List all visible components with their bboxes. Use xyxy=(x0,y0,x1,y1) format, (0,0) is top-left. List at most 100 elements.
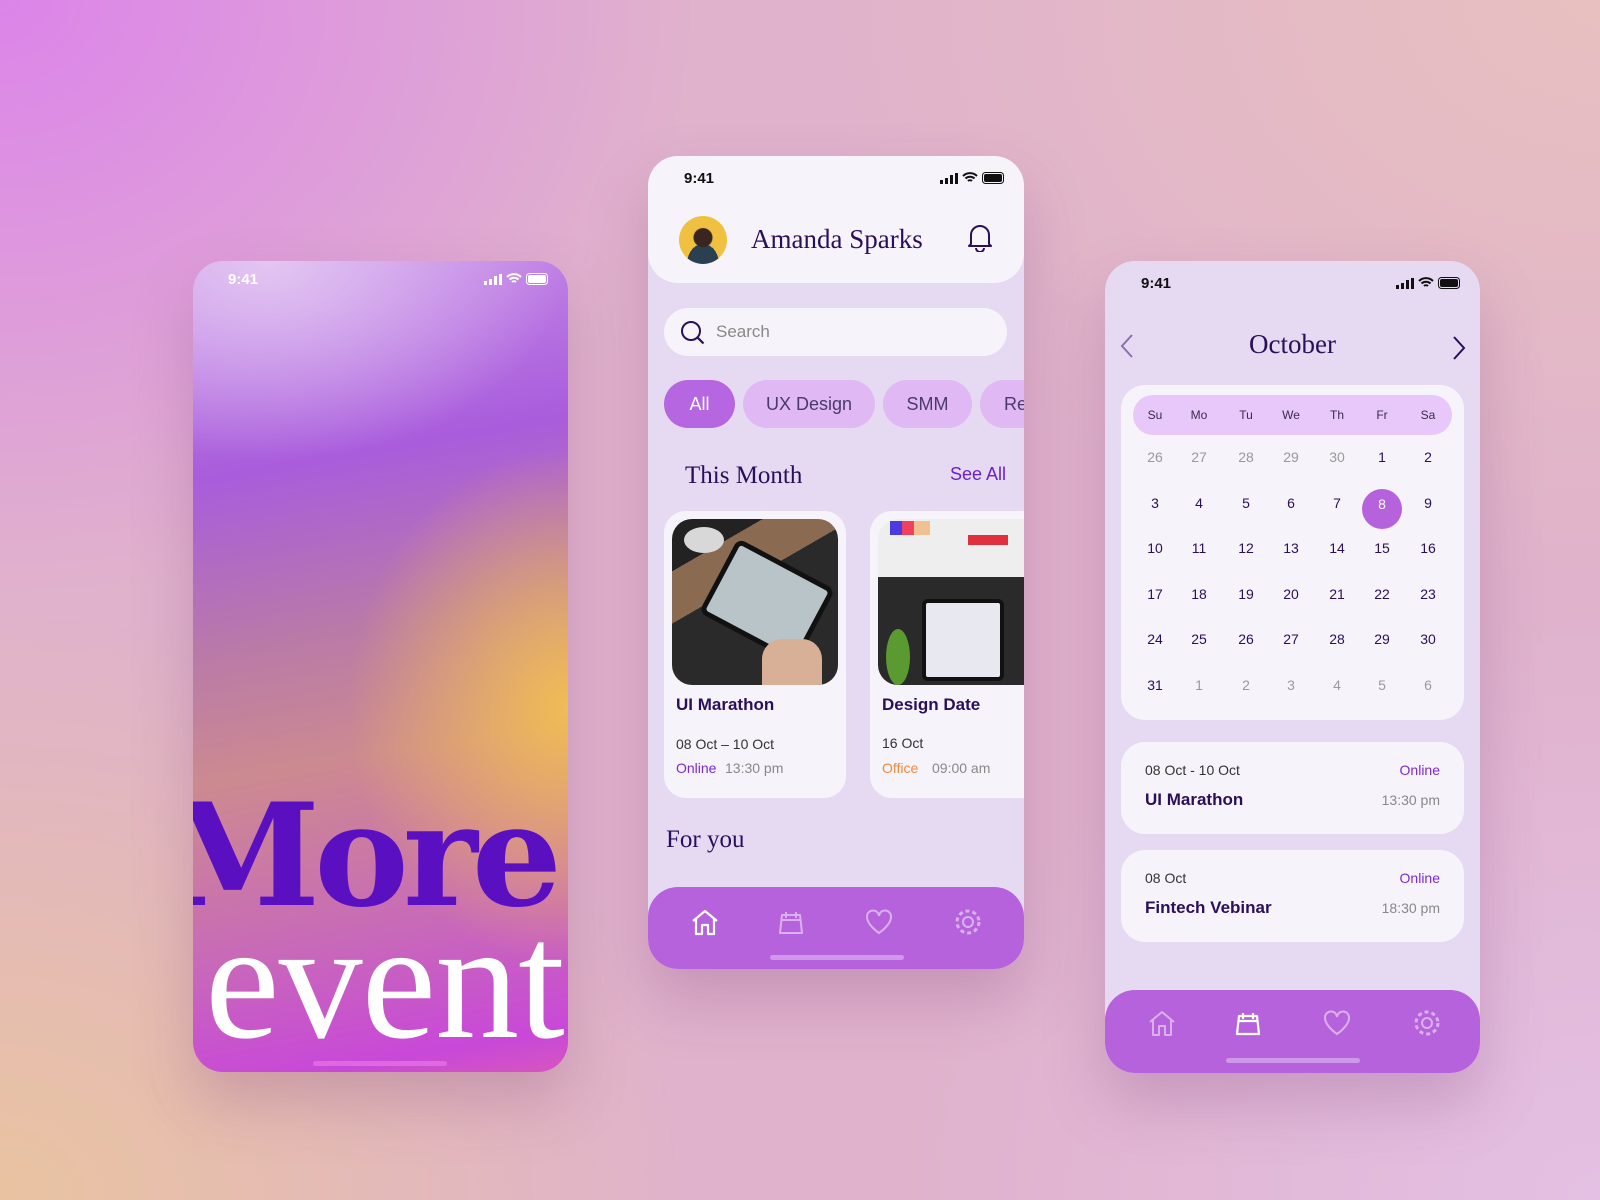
calendar-day[interactable]: 25 xyxy=(1179,619,1219,659)
signal-icon xyxy=(940,172,958,184)
home-indicator xyxy=(1226,1058,1360,1063)
avatar[interactable] xyxy=(679,216,727,264)
calendar-icon[interactable] xyxy=(776,907,806,937)
calendar-day[interactable]: 3 xyxy=(1271,665,1311,705)
calendar-day[interactable]: 4 xyxy=(1317,665,1357,705)
calendar-day[interactable]: 24 xyxy=(1135,619,1175,659)
event-mode: Online xyxy=(1399,762,1440,778)
battery-icon xyxy=(982,172,1004,184)
event-date: 08 Oct – 10 Oct xyxy=(676,736,775,752)
heart-icon[interactable] xyxy=(1322,1008,1352,1038)
calendar-day[interactable]: 18 xyxy=(1179,574,1219,614)
event-card[interactable]: Design Date 16 Oct Office 09:00 am xyxy=(870,511,1024,798)
weekday-label: Mo xyxy=(1190,408,1208,422)
status-time: 9:41 xyxy=(228,271,259,288)
calendar-day[interactable]: 26 xyxy=(1226,619,1266,659)
event-title: Fintech Vebinar xyxy=(1145,898,1272,917)
bell-icon[interactable] xyxy=(966,222,994,252)
search-icon xyxy=(681,321,705,345)
event-date: 08 Oct xyxy=(1145,870,1187,886)
calendar-day[interactable]: 12 xyxy=(1226,528,1266,568)
calendar-day[interactable]: 2 xyxy=(1408,437,1448,477)
calendar-grid: Su Mo Tu We Th Fr Sa 26 27 28 29 30 1 2 3 4 5 6 7 8 9 10 11 12… xyxy=(1121,385,1464,720)
calendar-day[interactable]: 29 xyxy=(1271,437,1311,477)
event-mode: Online xyxy=(676,760,717,776)
calendar-day[interactable]: 17 xyxy=(1135,574,1175,614)
calendar-day[interactable]: 5 xyxy=(1362,665,1402,705)
calendar-day[interactable]: 21 xyxy=(1317,574,1357,614)
calendar-day[interactable]: 28 xyxy=(1226,437,1266,477)
calendar-day-selected[interactable]: 8 xyxy=(1362,489,1402,529)
chip-smm[interactable]: SMM xyxy=(883,380,972,428)
calendar-day[interactable]: 10 xyxy=(1135,528,1175,568)
calendar-day[interactable]: 20 xyxy=(1271,574,1311,614)
battery-icon xyxy=(1438,277,1460,289)
calendar-day[interactable]: 28 xyxy=(1317,619,1357,659)
user-name: Amanda Sparks xyxy=(751,224,923,254)
weekday-label: Th xyxy=(1329,408,1344,422)
calendar-screen: 9:41 October Su Mo Tu We Th Fr Sa 26 27 28 29 30 1 2… xyxy=(1105,261,1480,1073)
chip-ux-design[interactable]: UX Design xyxy=(743,380,875,428)
calendar-day[interactable]: 7 xyxy=(1317,483,1357,523)
calendar-day[interactable]: 2 xyxy=(1226,665,1266,705)
weekday-label: Su xyxy=(1147,408,1163,422)
event-time: 13:30 pm xyxy=(725,760,784,776)
next-month-icon[interactable] xyxy=(1451,335,1467,361)
wifi-icon xyxy=(506,273,522,283)
calendar-day[interactable]: 29 xyxy=(1362,619,1402,659)
search-input[interactable]: Search xyxy=(664,308,1007,356)
signal-icon xyxy=(484,273,502,285)
calendar-day[interactable]: 5 xyxy=(1226,483,1266,523)
chip-all[interactable]: All xyxy=(664,380,735,428)
calendar-day[interactable]: 26 xyxy=(1135,437,1175,477)
wifi-icon xyxy=(1418,277,1434,287)
gear-icon[interactable] xyxy=(1412,1008,1442,1038)
month-title: October xyxy=(1249,329,1336,359)
event-time: 09:00 am xyxy=(932,760,991,776)
event-list-item[interactable]: 08 Oct - 10 Oct Online UI Marathon 13:30… xyxy=(1121,742,1464,834)
calendar-day[interactable]: 16 xyxy=(1408,528,1448,568)
event-list-item[interactable]: 08 Oct Online Fintech Vebinar 18:30 pm xyxy=(1121,850,1464,942)
calendar-day[interactable]: 6 xyxy=(1408,665,1448,705)
calendar-day[interactable]: 30 xyxy=(1408,619,1448,659)
calendar-day[interactable]: 30 xyxy=(1317,437,1357,477)
calendar-day[interactable]: 11 xyxy=(1179,528,1219,568)
heart-icon[interactable] xyxy=(864,907,894,937)
event-image xyxy=(878,519,1024,685)
battery-icon xyxy=(526,273,548,285)
calendar-day[interactable]: 9 xyxy=(1408,483,1448,523)
event-card[interactable]: UI Marathon 08 Oct – 10 Oct Online 13:30… xyxy=(664,511,846,798)
bottom-nav xyxy=(648,887,1024,969)
calendar-day[interactable]: 22 xyxy=(1362,574,1402,614)
calendar-day[interactable]: 14 xyxy=(1317,528,1357,568)
weekday-header: Su Mo Tu We Th Fr Sa xyxy=(1133,395,1452,435)
calendar-day[interactable]: 1 xyxy=(1179,665,1219,705)
calendar-day[interactable]: 4 xyxy=(1179,483,1219,523)
calendar-icon[interactable] xyxy=(1233,1008,1263,1038)
see-all-link[interactable]: See All xyxy=(950,464,1006,485)
home-icon[interactable] xyxy=(690,907,720,937)
calendar-day[interactable]: 13 xyxy=(1271,528,1311,568)
status-icons xyxy=(484,273,550,285)
weekday-label: Fr xyxy=(1376,408,1388,422)
calendar-day[interactable]: 1 xyxy=(1362,437,1402,477)
gear-icon[interactable] xyxy=(953,907,983,937)
event-mode: Office xyxy=(882,760,919,776)
calendar-day[interactable]: 19 xyxy=(1226,574,1266,614)
calendar-day[interactable]: 27 xyxy=(1179,437,1219,477)
calendar-day[interactable]: 6 xyxy=(1271,483,1311,523)
home-screen: 9:41 Amanda Sparks All UX Design SMM Re … xyxy=(648,156,1024,969)
chip-more[interactable]: Re xyxy=(980,380,1024,428)
calendar-day[interactable]: 31 xyxy=(1135,665,1175,705)
search-placeholder: Search xyxy=(716,322,770,341)
calendar-day[interactable]: 3 xyxy=(1135,483,1175,523)
weekday-label: We xyxy=(1282,408,1300,422)
calendar-day[interactable]: 15 xyxy=(1362,528,1402,568)
weekday-label: Sa xyxy=(1420,408,1436,422)
calendar-day[interactable]: 23 xyxy=(1408,574,1448,614)
event-date: 08 Oct - 10 Oct xyxy=(1145,762,1240,778)
signal-icon xyxy=(1396,277,1414,289)
event-image xyxy=(672,519,838,685)
calendar-day[interactable]: 27 xyxy=(1271,619,1311,659)
home-icon[interactable] xyxy=(1147,1008,1177,1038)
